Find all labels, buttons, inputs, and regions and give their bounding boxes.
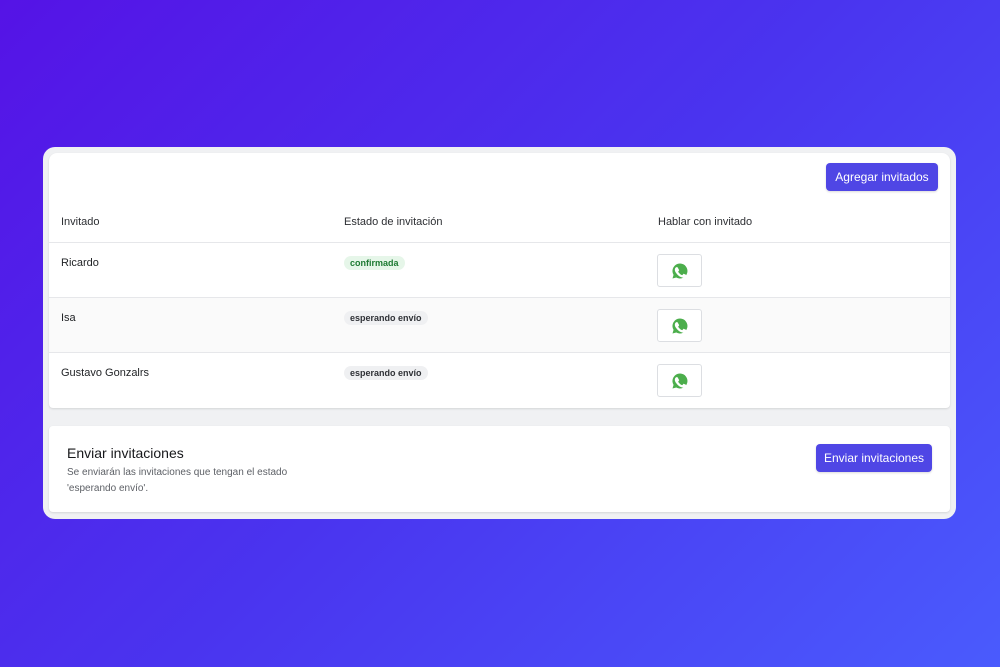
add-guests-button[interactable]: Agregar invitados <box>826 163 938 191</box>
whatsapp-icon <box>672 373 687 388</box>
table-row: Gustavo Gonzalrs esperando envío <box>49 352 950 408</box>
send-invitations-card: Enviar invitaciones Se enviarán las invi… <box>49 426 950 512</box>
guests-card: Agregar invitados Invitado Estado de inv… <box>49 153 950 408</box>
guest-name: Ricardo <box>61 257 99 269</box>
send-invitations-title: Enviar invitaciones <box>67 445 184 461</box>
column-header-guest: Invitado <box>61 216 100 228</box>
table-row: Ricardo confirmada <box>49 242 950 298</box>
status-badge: esperando envío <box>344 311 428 325</box>
send-invitations-button[interactable]: Enviar invitaciones <box>816 444 932 472</box>
status-badge: confirmada <box>344 256 405 270</box>
whatsapp-icon <box>672 263 687 278</box>
status-badge: esperando envío <box>344 366 428 380</box>
table-row: Isa esperando envío <box>49 297 950 353</box>
whatsapp-button[interactable] <box>657 309 702 342</box>
send-invitations-description: Se enviarán las invitaciones que tengan … <box>67 467 288 494</box>
column-header-status: Estado de invitación <box>344 216 443 228</box>
column-header-chat: Hablar con invitado <box>658 216 753 228</box>
guest-name: Isa <box>61 312 76 324</box>
whatsapp-button[interactable] <box>657 254 702 287</box>
whatsapp-button[interactable] <box>657 364 702 397</box>
guest-name: Gustavo Gonzalrs <box>61 367 150 379</box>
whatsapp-icon <box>672 318 687 333</box>
